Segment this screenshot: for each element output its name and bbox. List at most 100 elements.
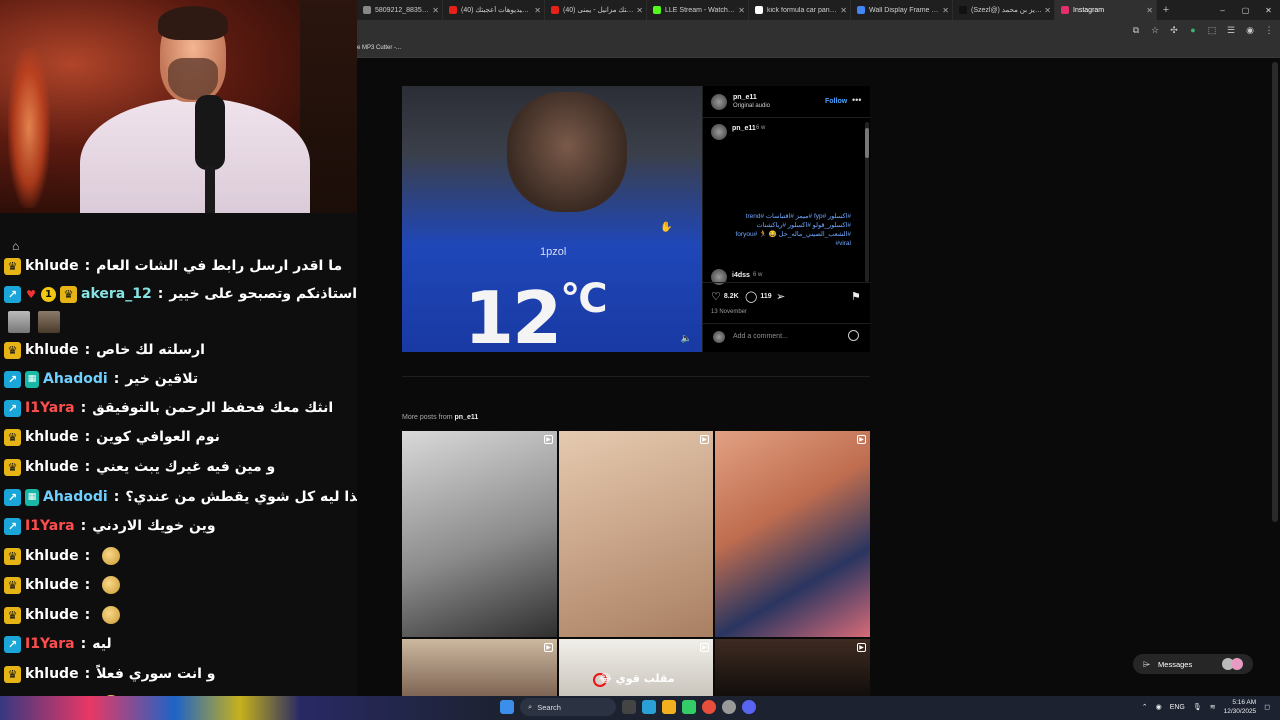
close-tab-icon[interactable]: ✕ [942, 6, 949, 15]
notification-bell-icon[interactable]: ◻ [1264, 703, 1270, 711]
close-tab-icon[interactable]: ✕ [636, 6, 643, 15]
crown-badge-icon: ♛ [4, 606, 21, 624]
comment-input[interactable]: Add a comment... [733, 333, 788, 340]
page-scrollbar[interactable] [1272, 62, 1278, 522]
chat-username[interactable]: Ahadodi [43, 489, 108, 505]
chat-username[interactable]: khlude [25, 459, 79, 475]
mic-icon[interactable]: 🎙 [1193, 703, 1202, 711]
menu-icon[interactable]: ⋮ [1264, 25, 1274, 36]
link-badge-icon: ↗ [4, 370, 21, 388]
store-icon[interactable] [682, 700, 696, 714]
attachment-thumbnail[interactable] [8, 311, 30, 333]
grid-post[interactable]: ▶ مقلب قوي 😂 [559, 639, 713, 696]
close-tab-icon[interactable]: ✕ [1146, 6, 1153, 15]
close-tab-icon[interactable]: ✕ [1044, 6, 1051, 15]
like-button[interactable]: ♡ 8.2K [711, 290, 739, 303]
minimize-button[interactable]: – [1211, 6, 1234, 15]
more-options-icon[interactable]: ••• [852, 95, 861, 105]
comments-scrollbar[interactable] [865, 122, 869, 282]
chat-username[interactable]: khlude [25, 607, 79, 623]
chat-separator: : [84, 577, 91, 593]
home-icon[interactable]: ⌂ [12, 239, 19, 253]
profile-menu-icon[interactable]: ☰ [1226, 25, 1236, 36]
tray-overflow-icon[interactable]: ⌃ [1142, 703, 1148, 711]
browser-tab[interactable]: (40) ويتك مزانيل - يمنى ...✕ [545, 0, 647, 20]
commenter-username[interactable]: i4dss [732, 272, 750, 279]
post-sidebar: pn_e11 Original audio Follow ••• pn_e11 … [702, 86, 871, 352]
attachment-thumbnail[interactable] [38, 311, 60, 333]
chat-username[interactable]: khlude [25, 258, 79, 274]
chat-username[interactable]: khlude [25, 666, 79, 682]
chat-username[interactable]: Ahadodi [43, 371, 108, 387]
chat-username[interactable]: akera_12 [81, 286, 152, 302]
grid-post[interactable]: ▶ [402, 431, 557, 637]
messages-button[interactable]: ⌲ Messages [1133, 654, 1253, 674]
extensions-puzzle-icon[interactable]: ⬚ [1207, 25, 1217, 36]
shield-extension-icon[interactable]: ● [1188, 25, 1198, 36]
follow-button[interactable]: Follow [825, 98, 847, 105]
close-window-button[interactable]: ✕ [1257, 6, 1280, 15]
chat-username[interactable]: khlude [25, 429, 79, 445]
original-audio[interactable]: Original audio [733, 103, 770, 109]
chat-username[interactable]: I1Yara [25, 400, 75, 416]
save-icon[interactable]: ⚑ [851, 290, 861, 303]
microphone [195, 95, 225, 170]
clock[interactable]: 5:16 AM 12/30/2025 [1224, 698, 1257, 716]
chrome-icon[interactable] [702, 700, 716, 714]
chat-username[interactable]: khlude [25, 548, 79, 564]
close-tab-icon[interactable]: ✕ [432, 6, 439, 15]
chat-separator: : [113, 371, 120, 387]
post-caption: #اكسلور #fyp #ميمز #اقتباسات #trend #اكس… [735, 213, 852, 247]
close-tab-icon[interactable]: ✕ [534, 6, 541, 15]
caption-avatar[interactable] [711, 124, 727, 140]
share-icon[interactable]: ➢ [776, 290, 785, 303]
profile-avatar[interactable]: ◉ [1245, 25, 1255, 36]
browser-tab[interactable]: Wall Display Frame for C...✕ [851, 0, 953, 20]
section-divider [402, 376, 870, 377]
discord-icon[interactable] [742, 700, 756, 714]
maximize-button[interactable]: ▢ [1234, 6, 1257, 15]
install-icon[interactable]: ⧉ [1131, 25, 1141, 36]
mute-icon[interactable]: 🔈 [681, 333, 692, 344]
wifi-icon[interactable]: ≋ [1210, 703, 1216, 711]
grid-post[interactable]: ▶ [715, 639, 870, 696]
file-explorer-icon[interactable] [662, 700, 676, 714]
chat-text: و مين فيه غيرك يبث يعني [96, 459, 276, 475]
caption-username[interactable]: pn_e11 [732, 125, 756, 132]
author-avatar[interactable] [711, 94, 727, 110]
lang-indicator[interactable]: ENG [1170, 704, 1185, 711]
start-icon[interactable] [500, 700, 514, 714]
browser-tab[interactable]: (40) فيديوهات أعجبتك - ...✕ [443, 0, 545, 20]
author-username[interactable]: pn_e11 [733, 94, 757, 101]
bookmark-item[interactable]: e MP3 Cutter -... [357, 45, 401, 51]
chat-message: ♛ khlude: و مين فيه غيرك يبث يعني [4, 456, 275, 478]
taskbar-search[interactable]: ⌕ Search [520, 698, 616, 716]
new-tab-button[interactable]: + [1157, 4, 1175, 16]
browser-tab[interactable]: (Szezl@) عزيز بن محمد ✕ [953, 0, 1055, 20]
chat-username[interactable]: khlude [25, 577, 79, 593]
browser-tab[interactable]: LLE Stream - Watch Live o...✕ [647, 0, 749, 20]
streamer-webcam [0, 0, 357, 213]
grid-post[interactable]: ▶ [715, 431, 870, 637]
task-view-icon[interactable] [622, 700, 636, 714]
more-posts-user[interactable]: pn_e11 [455, 414, 479, 421]
comment-button[interactable]: ◯ 119 [745, 290, 772, 303]
browser-tab[interactable]: kick formula car panel - ...✕ [749, 0, 851, 20]
close-tab-icon[interactable]: ✕ [738, 6, 745, 15]
tray-app-icon[interactable]: ◉ [1156, 703, 1162, 711]
grid-post[interactable]: ▶ [559, 431, 713, 637]
settings-icon[interactable] [722, 700, 736, 714]
chat-username[interactable]: I1Yara [25, 636, 75, 652]
grid-post[interactable]: ▶ [402, 639, 557, 696]
copilot-icon[interactable] [642, 700, 656, 714]
bookmark-star-icon[interactable]: ☆ [1150, 25, 1160, 36]
emoji-icon[interactable] [848, 330, 859, 341]
tab-instagram-active[interactable]: Instagram ✕ [1055, 0, 1157, 20]
extension-icon[interactable]: ✣ [1169, 25, 1179, 36]
comment-box[interactable]: Add a comment... [703, 323, 871, 351]
browser-tab[interactable]: 5809212_88350077400...✕ [357, 0, 443, 20]
reel-video[interactable]: 1pzol 12°C 🔈 ✋ [402, 86, 702, 352]
chat-username[interactable]: khlude [25, 342, 79, 358]
chat-username[interactable]: I1Yara [25, 518, 75, 534]
close-tab-icon[interactable]: ✕ [840, 6, 847, 15]
